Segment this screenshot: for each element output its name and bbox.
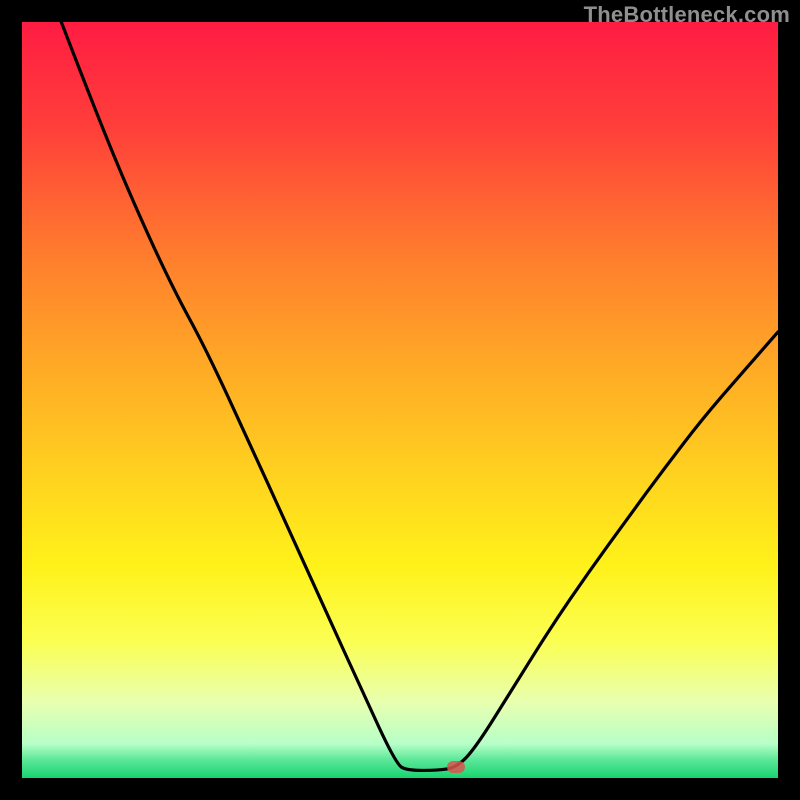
chart-frame: TheBottleneck.com xyxy=(0,0,800,800)
optimal-point-marker xyxy=(447,761,465,773)
gradient-background xyxy=(22,22,778,778)
bottleneck-chart xyxy=(22,22,778,778)
plot-area xyxy=(22,22,778,778)
